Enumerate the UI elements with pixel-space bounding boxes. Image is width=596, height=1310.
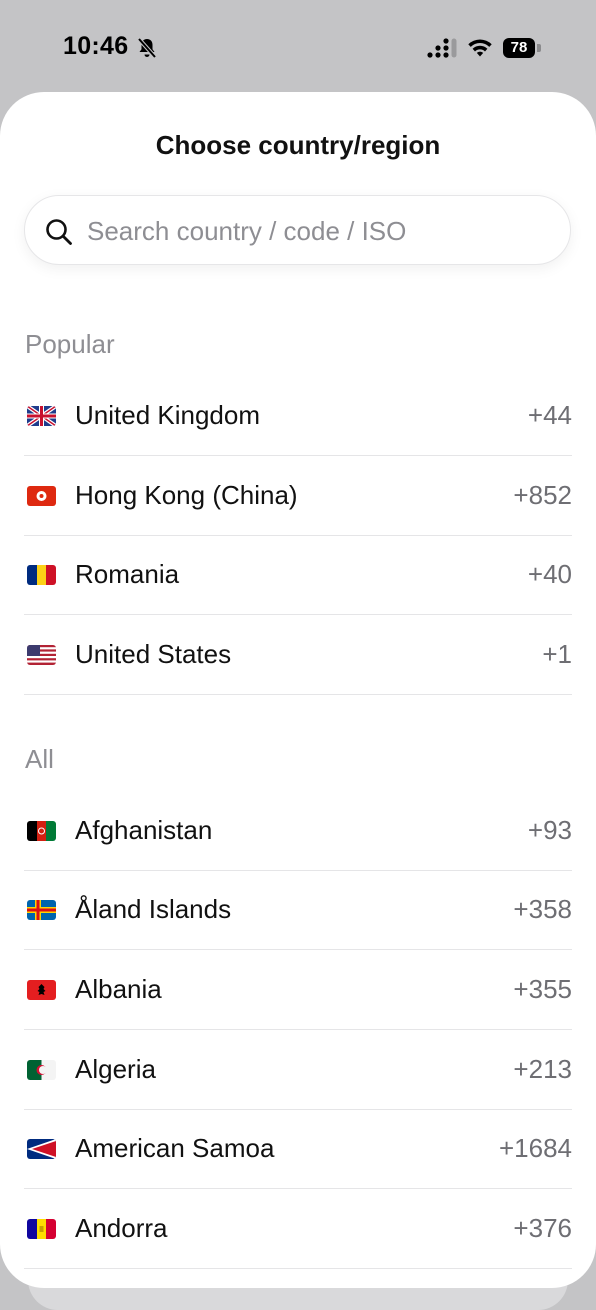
dial-code: +358 (513, 894, 572, 924)
country-name: Åland Islands (75, 894, 232, 924)
country-name: Romania (75, 559, 180, 589)
status-bar: 10:46 78 (0, 0, 596, 92)
status-time: 10:46 (63, 32, 129, 60)
row-divider (24, 1268, 572, 1269)
battery-tip (537, 44, 541, 52)
country-name: United States (75, 639, 232, 669)
dial-code: +376 (513, 1213, 572, 1243)
dial-code: +213 (513, 1054, 572, 1084)
row-divider (24, 694, 572, 695)
country-row[interactable]: Andorra +376 (24, 1189, 572, 1269)
country-row[interactable]: United Kingdom +44 (24, 376, 572, 456)
country-row[interactable]: Hong Kong (China) +852 (24, 456, 572, 536)
flag-us-icon (27, 645, 56, 665)
country-row[interactable]: Albania +355 (24, 950, 572, 1030)
country-name: United Kingdom (75, 400, 260, 430)
dial-code: +1684 (498, 1133, 572, 1163)
country-row[interactable]: Afghanistan +93 (24, 791, 572, 871)
flag-ad-icon (27, 1219, 56, 1239)
dial-code: +40 (527, 559, 572, 589)
sheet-title: Choose country/region (155, 130, 441, 160)
country-name: Afghanistan (75, 815, 213, 845)
bell-muted-icon (137, 37, 157, 59)
search-box[interactable] (24, 195, 571, 266)
dial-code: +44 (527, 400, 572, 430)
country-row[interactable]: Romania +40 (24, 535, 572, 615)
flag-ax-icon (27, 900, 56, 920)
country-row[interactable]: Åland Islands +358 (24, 870, 572, 950)
country-row[interactable]: United States +1 (24, 615, 572, 695)
country-name: American Samoa (75, 1133, 275, 1163)
country-name: Hong Kong (China) (75, 480, 298, 510)
dial-code: +93 (527, 815, 572, 845)
search-icon (46, 219, 72, 245)
flag-af-icon (27, 821, 56, 841)
country-row[interactable]: American Samoa +1684 (24, 1109, 572, 1189)
flag-gb-icon (27, 406, 56, 426)
flag-as-icon (27, 1139, 56, 1159)
flag-ro-icon (27, 565, 56, 585)
country-name: Andorra (75, 1213, 168, 1243)
country-name: Albania (75, 974, 162, 1004)
dial-code: +355 (513, 974, 572, 1004)
dial-code: +1 (542, 639, 572, 669)
battery-icon: 78 (503, 38, 535, 58)
section-label-popular: Popular (25, 329, 115, 359)
country-name: Algeria (75, 1054, 156, 1084)
wifi-icon (468, 39, 492, 57)
dial-code: +852 (513, 480, 572, 510)
country-row[interactable]: Algeria +213 (24, 1030, 572, 1110)
country-picker-sheet: Choose country/region Popular United (0, 92, 596, 1288)
cellular-signal-icon (427, 38, 457, 58)
flag-dz-icon (27, 1060, 56, 1080)
flag-al-icon (27, 980, 56, 1000)
section-label-all: All (25, 744, 54, 774)
search-input[interactable] (85, 196, 549, 266)
flag-hk-icon (27, 486, 56, 506)
